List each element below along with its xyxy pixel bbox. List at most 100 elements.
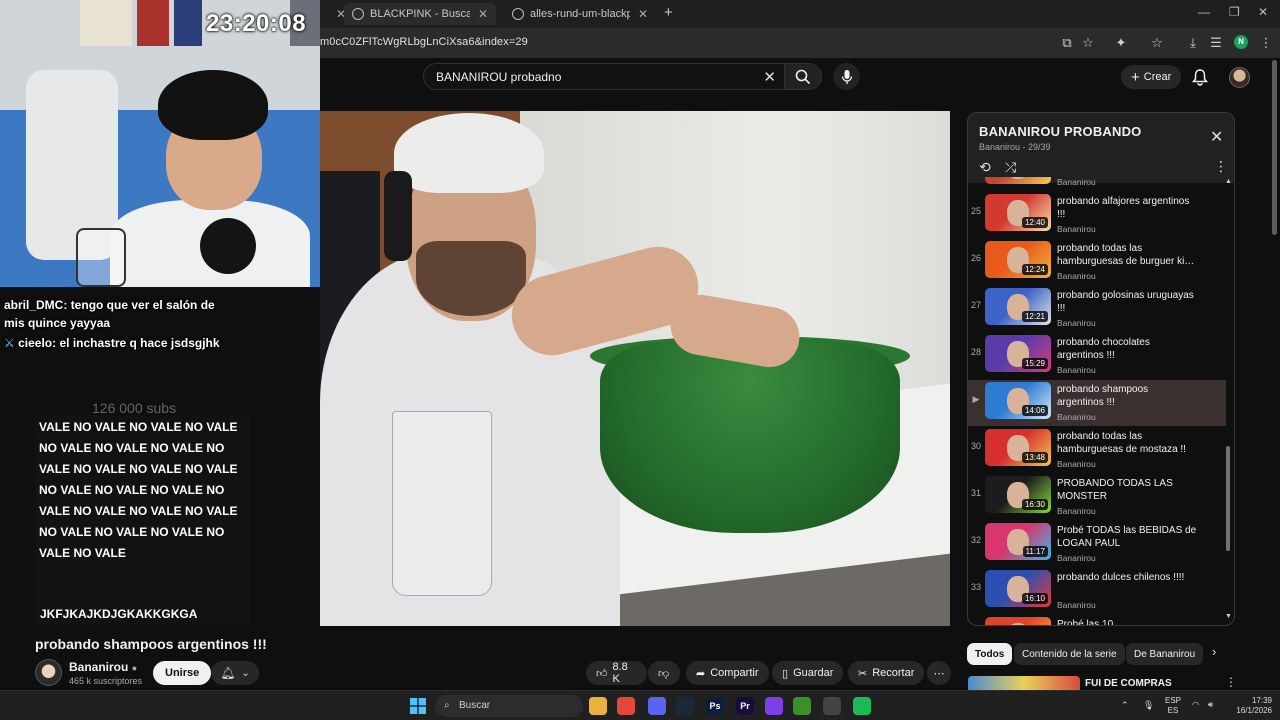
playlist-item[interactable]: 28 15:29 probando chocolates argentinos !!… [968, 333, 1226, 379]
share-label: Compartir [710, 667, 759, 679]
profile-avatar[interactable]: N [1234, 35, 1248, 49]
video-player[interactable] [320, 111, 950, 626]
subscribe-notifications-button[interactable]: 🔔︎ ⌄ [211, 661, 259, 685]
playlist-item[interactable]: Probé las 10 HAMBURGUESAS [968, 615, 1226, 625]
chip-series-content[interactable]: Contenido de la serie [1014, 643, 1125, 665]
video-duration: 12:24 [1021, 264, 1048, 275]
chrome-icon[interactable] [617, 697, 635, 715]
wifi-icon[interactable]: ◠ [1192, 700, 1199, 710]
thumbs-up-icon: 👍︎ [596, 667, 608, 680]
playlist-item[interactable]: 33 16:10 probando dulces chilenos !!!! Bana… [968, 568, 1226, 614]
close-icon[interactable]: ✕ [478, 7, 488, 21]
playlist-item-thumbnail[interactable] [985, 177, 1051, 184]
save-button[interactable]: ▯ Guardar [772, 661, 844, 685]
windows-start-icon[interactable] [410, 698, 426, 714]
playlist-item[interactable]: 27 12:21 probando golosinas uruguayas !!! B… [968, 286, 1226, 332]
shuffle-icon[interactable]: ⤮ [1005, 159, 1016, 176]
clip-button[interactable]: ✂ Recortar [848, 661, 925, 685]
next-video-title[interactable]: FUI DE COMPRAS [1085, 678, 1172, 689]
folder-icon[interactable] [589, 697, 607, 715]
volume-icon[interactable]: 🔊︎ [1208, 700, 1213, 710]
app-icon[interactable] [765, 697, 783, 715]
more-actions-button[interactable]: ⋯ [927, 661, 951, 685]
voice-search-button[interactable] [833, 63, 860, 90]
playlist-item-thumbnail[interactable]: 16:30 [985, 476, 1051, 513]
download-icon[interactable]: ⤓ [1185, 35, 1201, 51]
thumbs-down-icon: 👎︎ [658, 667, 670, 680]
chip-todos[interactable]: Todos [967, 643, 1013, 665]
premiere-icon[interactable]: Pr [736, 697, 754, 715]
bookmarks-icon[interactable]: ☆ [1149, 35, 1165, 51]
notifications-bell-icon[interactable] [1192, 68, 1208, 86]
playlist-item-thumbnail[interactable]: 12:40 [985, 194, 1051, 231]
chip-from-channel[interactable]: De Bananirou [1126, 643, 1204, 665]
menu-dots-icon[interactable]: ⋮ [1258, 35, 1274, 51]
minimize-icon[interactable]: — [1198, 5, 1210, 19]
share-button[interactable]: ➦ Compartir [686, 661, 769, 685]
taskbar-clock[interactable]: 17:39 16/1/2026 [1226, 696, 1272, 716]
extensions-icon[interactable]: ✦ [1113, 35, 1129, 51]
close-playlist-icon[interactable]: ✕ [1210, 127, 1223, 147]
photoshop-icon[interactable]: Ps [706, 697, 724, 715]
clear-search-icon[interactable]: ✕ [763, 68, 776, 86]
language-indicator[interactable]: ESP ES [1165, 696, 1181, 716]
channel-name[interactable]: Bananirou ● [69, 660, 137, 674]
minecraft-icon[interactable] [793, 697, 811, 715]
chevron-right-icon[interactable]: › [1212, 644, 1216, 659]
reading-list-icon[interactable]: ☰ [1208, 35, 1224, 51]
scroll-down-icon[interactable]: ▼ [1225, 613, 1232, 620]
person-headphones [384, 171, 412, 261]
subs-watermark: 126 000 subs [92, 400, 177, 416]
obs-icon[interactable] [823, 697, 841, 715]
playlist-menu-icon[interactable]: ⋮ [1214, 158, 1228, 175]
page-scrollbar[interactable] [1272, 60, 1277, 235]
playlist-item-thumbnail[interactable]: 13:48 [985, 429, 1051, 466]
playlist-item[interactable]: 32 11:17 Probé TODAS las BEBIDAS de LOGAN … [968, 521, 1226, 567]
next-video-thumbnail[interactable] [968, 676, 1080, 690]
search-button[interactable] [784, 63, 822, 90]
tab-google-search[interactable]: BLACKPINK - Buscar con Google ✕ [344, 3, 496, 25]
playlist-item[interactable]: ▶ 14:06 probando shampoos argentinos !!! Ba… [968, 380, 1226, 426]
install-app-icon[interactable]: ⧉ [1059, 35, 1075, 51]
playlist-item[interactable]: 31 16:30 PROBANDO TODAS LAS MONSTER Bananir… [968, 474, 1226, 520]
window-close-icon[interactable]: ✕ [1258, 5, 1268, 19]
playlist-item[interactable]: 25 12:40 probando alfajores argentinos !!!… [968, 192, 1226, 238]
new-tab-icon[interactable]: + [664, 4, 673, 21]
tray-mic-icon[interactable]: 🎙︎ [1143, 700, 1154, 710]
playlist-item[interactable]: 30 13:48 probando todas las hamburguesas d… [968, 427, 1226, 473]
create-button[interactable]: + Crear [1121, 65, 1182, 89]
tray-expand-icon[interactable]: ⌃ [1121, 700, 1129, 710]
star-icon[interactable]: ☆ [1080, 35, 1096, 51]
account-avatar[interactable] [1229, 67, 1250, 88]
join-button[interactable]: Unirse [153, 661, 212, 685]
search-input[interactable]: BANANIROU probadno [436, 70, 561, 84]
spotify-icon[interactable] [853, 697, 871, 715]
playlist-item[interactable]: Bananirou [968, 177, 1226, 191]
scroll-up-icon[interactable]: ▲ [1225, 178, 1232, 185]
close-icon[interactable]: ✕ [638, 7, 648, 21]
playlist-item-thumbnail[interactable]: 12:21 [985, 288, 1051, 325]
steam-icon[interactable] [676, 697, 694, 715]
search-box[interactable]: BANANIROU probadno ✕ [423, 63, 785, 90]
playlist-item-thumbnail[interactable] [985, 617, 1051, 625]
taskbar-search[interactable]: ⌕ Buscar [435, 695, 583, 717]
next-video-menu-icon[interactable]: ⋮ [1225, 675, 1237, 689]
url-field[interactable]: m0cC0ZFlTcWgRLbgLnCiXsa6&index=29 [320, 36, 528, 48]
video-title: probando shampoos argentinos !!! [35, 636, 267, 652]
maximize-icon[interactable]: ❐ [1229, 5, 1240, 19]
playlist-scrollbar[interactable] [1226, 446, 1230, 551]
playlist-item-thumbnail[interactable]: 15:29 [985, 335, 1051, 372]
playlist-title[interactable]: BANANIROU PROBANDO [979, 124, 1142, 139]
more-dots-icon: ⋯ [933, 667, 945, 680]
dislike-button[interactable]: 👎︎ [648, 661, 680, 685]
playlist-item-thumbnail[interactable]: 12:24 [985, 241, 1051, 278]
loop-icon[interactable]: ⟲ [979, 159, 991, 176]
tab-blackpink-alben[interactable]: alles-rund-um-blackpink-alben ✕ [504, 3, 656, 25]
playlist-item[interactable]: 26 12:24 probando todas las hamburguesas d… [968, 239, 1226, 285]
channel-avatar[interactable] [35, 659, 62, 686]
playlist-item-thumbnail[interactable]: 14:06 [985, 382, 1051, 419]
discord-icon[interactable] [648, 697, 666, 715]
like-button[interactable]: 👍︎ 8.8 K [586, 661, 647, 685]
playlist-item-thumbnail[interactable]: 11:17 [985, 523, 1051, 560]
playlist-item-thumbnail[interactable]: 16:10 [985, 570, 1051, 607]
